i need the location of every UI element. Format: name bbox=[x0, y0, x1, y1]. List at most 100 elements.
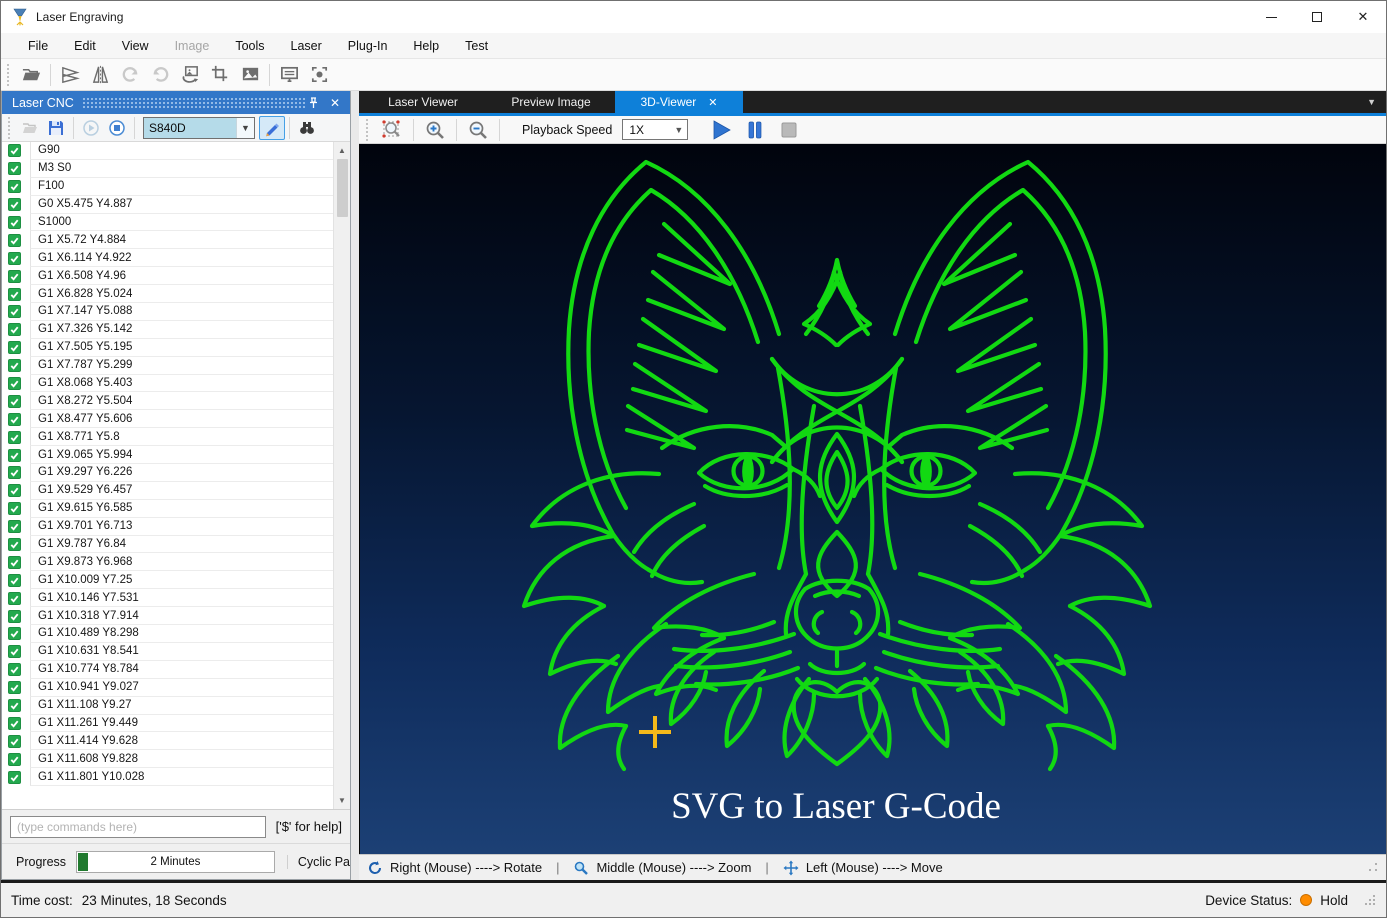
gcode-row[interactable]: G1 X10.146 Y7.531 bbox=[2, 589, 333, 608]
line-checkbox-icon[interactable] bbox=[8, 233, 21, 247]
line-checkbox-icon[interactable] bbox=[8, 502, 21, 516]
gcode-row[interactable]: G1 X8.068 Y5.403 bbox=[2, 374, 333, 393]
gcode-row[interactable]: G1 X5.72 Y4.884 bbox=[2, 231, 333, 250]
gcode-row[interactable]: G1 X9.615 Y6.585 bbox=[2, 499, 333, 518]
gcode-row[interactable]: G1 X10.774 Y8.784 bbox=[2, 660, 333, 679]
gcode-row[interactable]: G1 X10.318 Y7.914 bbox=[2, 607, 333, 626]
gcode-row[interactable]: G1 X6.508 Y4.96 bbox=[2, 267, 333, 286]
line-checkbox-icon[interactable] bbox=[8, 448, 21, 462]
line-checkbox-icon[interactable] bbox=[8, 377, 21, 391]
line-checkbox-icon[interactable] bbox=[8, 430, 21, 444]
pin-icon[interactable] bbox=[304, 94, 322, 112]
line-checkbox-icon[interactable] bbox=[8, 752, 21, 766]
line-checkbox-icon[interactable] bbox=[8, 180, 21, 194]
tab-3d-viewer[interactable]: 3D-Viewer ✕ bbox=[615, 91, 743, 113]
zoom-window-icon[interactable] bbox=[375, 117, 409, 143]
line-checkbox-icon[interactable] bbox=[8, 216, 21, 229]
focus-capture-icon[interactable] bbox=[304, 61, 334, 88]
gcode-scrollbar[interactable]: ▲ ▼ bbox=[333, 142, 350, 809]
panel-close-icon[interactable]: ✕ bbox=[326, 94, 344, 112]
tab-close-icon[interactable]: ✕ bbox=[708, 96, 717, 109]
close-button[interactable]: ✕ bbox=[1340, 1, 1386, 33]
tab-preview-image[interactable]: Preview Image bbox=[487, 91, 615, 113]
3d-canvas[interactable]: SVG to Laser G-Code bbox=[359, 144, 1386, 854]
menu-item-view[interactable]: View bbox=[109, 33, 162, 58]
line-checkbox-icon[interactable] bbox=[8, 251, 21, 265]
gcode-row[interactable]: G1 X9.701 Y6.713 bbox=[2, 517, 333, 536]
line-checkbox-icon[interactable] bbox=[8, 591, 21, 605]
command-input[interactable] bbox=[10, 815, 266, 838]
line-checkbox-icon[interactable] bbox=[8, 305, 21, 319]
line-checkbox-icon[interactable] bbox=[8, 627, 21, 641]
gcode-row[interactable]: G1 X8.477 Y5.606 bbox=[2, 410, 333, 429]
gcode-row[interactable]: G1 X10.009 Y7.25 bbox=[2, 571, 333, 590]
gcode-row[interactable]: G1 X9.065 Y5.994 bbox=[2, 446, 333, 465]
menu-item-image[interactable]: Image bbox=[162, 33, 223, 58]
menu-item-laser[interactable]: Laser bbox=[278, 33, 335, 58]
gcode-row[interactable]: G1 X6.828 Y5.024 bbox=[2, 285, 333, 304]
maximize-button[interactable] bbox=[1294, 1, 1340, 33]
menu-item-file[interactable]: File bbox=[15, 33, 61, 58]
line-checkbox-icon[interactable] bbox=[8, 359, 21, 373]
gcode-row[interactable]: M3 S0 bbox=[2, 159, 333, 178]
gcode-row[interactable]: G1 X7.505 Y5.195 bbox=[2, 338, 333, 357]
gcode-row[interactable]: G1 X7.787 Y5.299 bbox=[2, 356, 333, 375]
line-checkbox-icon[interactable] bbox=[8, 341, 21, 355]
line-checkbox-icon[interactable] bbox=[8, 269, 21, 283]
rotate-ccw-icon[interactable] bbox=[145, 61, 175, 88]
gcode-row[interactable]: G0 X5.475 Y4.887 bbox=[2, 195, 333, 214]
line-checkbox-icon[interactable] bbox=[8, 538, 21, 552]
save-icon[interactable] bbox=[43, 116, 69, 140]
zoom-in-icon[interactable] bbox=[418, 117, 452, 143]
pause-button[interactable] bbox=[738, 117, 772, 143]
run-icon[interactable] bbox=[78, 116, 104, 140]
line-checkbox-icon[interactable] bbox=[8, 770, 21, 784]
search-binoculars-icon[interactable] bbox=[294, 116, 320, 140]
minimize-button[interactable] bbox=[1248, 1, 1294, 33]
gcode-row[interactable]: G1 X8.771 Y5.8 bbox=[2, 428, 333, 447]
gcode-row[interactable]: G90 bbox=[2, 142, 333, 160]
line-checkbox-icon[interactable] bbox=[8, 716, 21, 730]
gcode-row[interactable]: F100 bbox=[2, 177, 333, 196]
line-checkbox-icon[interactable] bbox=[8, 681, 21, 695]
menu-item-help[interactable]: Help bbox=[400, 33, 452, 58]
crop-icon[interactable] bbox=[205, 61, 235, 88]
line-checkbox-icon[interactable] bbox=[8, 412, 21, 426]
line-checkbox-icon[interactable] bbox=[8, 323, 21, 337]
rotate-image-icon[interactable] bbox=[175, 61, 205, 88]
line-checkbox-icon[interactable] bbox=[8, 520, 21, 534]
gcode-row[interactable]: G1 X7.147 Y5.088 bbox=[2, 303, 333, 321]
device-selector[interactable]: S840D ▼ bbox=[143, 116, 255, 139]
zoom-out-icon[interactable] bbox=[461, 117, 495, 143]
line-checkbox-icon[interactable] bbox=[8, 162, 21, 176]
line-checkbox-icon[interactable] bbox=[8, 734, 21, 748]
menu-item-edit[interactable]: Edit bbox=[61, 33, 109, 58]
scroll-thumb[interactable] bbox=[336, 159, 348, 217]
line-checkbox-icon[interactable] bbox=[8, 198, 21, 212]
stop-button[interactable] bbox=[772, 117, 806, 143]
flip-vertical-icon[interactable] bbox=[55, 61, 85, 88]
line-checkbox-icon[interactable] bbox=[8, 609, 21, 623]
menu-item-test[interactable]: Test bbox=[452, 33, 501, 58]
scroll-up-icon[interactable]: ▲ bbox=[334, 142, 350, 159]
gcode-row[interactable]: G1 X9.529 Y6.457 bbox=[2, 481, 333, 500]
gcode-row[interactable]: G1 X7.326 Y5.142 bbox=[2, 320, 333, 339]
resize-grip[interactable] bbox=[1364, 894, 1376, 906]
open-icon[interactable] bbox=[17, 116, 43, 140]
line-checkbox-icon[interactable] bbox=[8, 394, 21, 408]
gcode-row[interactable]: G1 X11.608 Y9.828 bbox=[2, 750, 333, 769]
gcode-row[interactable]: G1 X9.873 Y6.968 bbox=[2, 553, 333, 572]
play-button[interactable] bbox=[704, 117, 738, 143]
line-checkbox-icon[interactable] bbox=[8, 144, 21, 158]
line-checkbox-icon[interactable] bbox=[8, 699, 21, 713]
open-file-icon[interactable] bbox=[16, 61, 46, 88]
scroll-down-icon[interactable]: ▼ bbox=[334, 792, 350, 809]
flip-horizontal-icon[interactable] bbox=[85, 61, 115, 88]
image-icon[interactable] bbox=[235, 61, 265, 88]
tab-overflow-icon[interactable]: ▼ bbox=[1367, 91, 1386, 113]
line-checkbox-icon[interactable] bbox=[8, 287, 21, 301]
gcode-row[interactable]: G1 X10.631 Y8.541 bbox=[2, 642, 333, 661]
gcode-row[interactable]: G1 X11.261 Y9.449 bbox=[2, 714, 333, 733]
line-checkbox-icon[interactable] bbox=[8, 466, 21, 480]
line-checkbox-icon[interactable] bbox=[8, 645, 21, 659]
